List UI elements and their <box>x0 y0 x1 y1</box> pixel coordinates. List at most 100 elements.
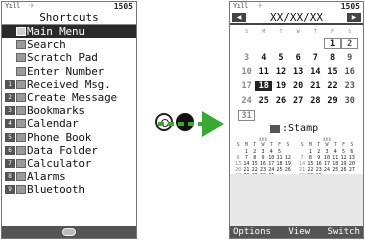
softkey-bar: Options View Switch <box>230 226 363 238</box>
phonebook-icon <box>16 132 26 142</box>
menu-item-icons: 1 <box>4 79 27 89</box>
weekday-label: S <box>245 28 249 35</box>
menu-item[interactable]: 8 Alarms <box>2 170 136 183</box>
softkey-switch[interactable]: Switch <box>327 226 360 238</box>
softkey-options[interactable]: Options <box>233 226 271 238</box>
number-key-icon: 8 <box>5 172 15 182</box>
calendar-week: 31 <box>238 108 363 122</box>
menu-item-label: Data Folder <box>27 143 98 157</box>
calendar-day[interactable]: 26 <box>272 96 289 106</box>
calendar-day[interactable]: 20 <box>290 81 307 91</box>
menu-item-icons: 5 <box>4 132 27 142</box>
menu-item[interactable]: Enter Number <box>2 65 136 78</box>
calendar-day[interactable]: 7 <box>307 53 324 63</box>
folder-icon <box>16 145 26 155</box>
weekday-label: W <box>296 28 300 35</box>
arrow-icon <box>158 111 224 137</box>
center-key-icon[interactable] <box>62 228 76 236</box>
calendar-day[interactable]: 4 <box>255 53 272 63</box>
menu-item-label: Create Message <box>27 91 117 105</box>
calendar-day[interactable]: 15 <box>324 67 341 77</box>
weekday-label: S <box>348 28 352 35</box>
bottom-bar <box>2 226 136 238</box>
menu-item[interactable]: Main Menu <box>2 25 136 39</box>
number-key-icon: 9 <box>5 185 15 195</box>
menu-icon <box>16 27 26 37</box>
weekday-label: T <box>279 28 283 35</box>
calendar-day[interactable]: 2 <box>341 37 359 49</box>
month-calendar: S M T W T F S 1 2 3 4 5 6 7 8 9 10 11 12 13 14 15 16 17 18 19 20 21… <box>230 25 363 122</box>
calendar-day[interactable]: 5 <box>272 53 289 63</box>
calendar-week: 12 <box>238 36 363 50</box>
prev-month-icon[interactable]: ◀ <box>232 13 246 22</box>
calendar-day[interactable]: 19 <box>272 81 289 91</box>
menu-item-icons: 6 <box>4 145 27 155</box>
shortcut-menu: Main Menu Search Scratch Pad Enter Number 1 R… <box>2 25 136 196</box>
menu-item-icons <box>4 66 27 76</box>
clock: 1505 <box>113 2 133 11</box>
calendar-date: XX/XX/XX <box>270 11 323 24</box>
calendar-screen: Yıll ✈ 1505 ◀ XX/XX/XX ▶ SMTWTFS12345678… <box>229 1 364 239</box>
calendar-day[interactable]: 10 <box>238 67 255 77</box>
calendar-day[interactable]: 28 <box>307 96 324 106</box>
menu-item-icons: 4 <box>4 119 27 129</box>
airplane-icon: ✈ <box>257 2 263 10</box>
calendar-day[interactable]: 31 <box>238 109 256 121</box>
menu-item[interactable]: 5 Phone Book <box>2 131 136 144</box>
menu-item-label: Search <box>27 38 66 52</box>
number-key-icon: 5 <box>5 132 15 142</box>
number-key-icon: 7 <box>5 158 15 168</box>
calendar-day[interactable]: 24 <box>238 96 255 106</box>
calendar-day[interactable]: 16 <box>341 67 358 77</box>
menu-item-label: Bookmarks <box>27 104 85 118</box>
menu-item[interactable]: 3 Bookmarks <box>2 104 136 117</box>
menu-item-icons: 3 <box>4 106 27 116</box>
stamp-label: :Stamp <box>282 123 319 135</box>
menu-item[interactable]: Scratch Pad <box>2 51 136 64</box>
calendar-day[interactable]: 22 <box>324 81 341 91</box>
calendar-day[interactable]: 14 <box>307 67 324 77</box>
shortcuts-screen: Yıll ✈ 1505 Shortcuts Main Menu Search Scr… <box>1 1 137 239</box>
signal-icon: Yıll <box>233 2 248 10</box>
menu-item[interactable]: 4 Calendar <box>2 117 136 130</box>
calendar-icon <box>16 119 26 129</box>
menu-item[interactable]: 9 Bluetooth <box>2 183 136 196</box>
menu-item[interactable]: 6 Data Folder <box>2 144 136 157</box>
calendar-day[interactable]: 29 <box>324 96 341 106</box>
calendar-day[interactable]: 9 <box>341 53 358 63</box>
menu-item-label: Phone Book <box>27 130 92 144</box>
calendar-day[interactable]: 25 <box>255 96 272 106</box>
menu-item[interactable]: 1 Received Msg. <box>2 78 136 91</box>
calendar-day[interactable]: 12 <box>272 67 289 77</box>
calendar-day[interactable]: 8 <box>324 53 341 63</box>
calendar-day[interactable]: 11 <box>255 67 272 77</box>
status-bar: Yıll ✈ 1505 <box>230 2 363 11</box>
calendar-day[interactable]: 27 <box>290 96 307 106</box>
calendar-day[interactable]: 1 <box>323 37 342 49</box>
number-key-icon: 6 <box>5 145 15 155</box>
calculator-icon <box>16 158 26 168</box>
calendar-day[interactable]: 17 <box>238 81 255 91</box>
alarm-icon <box>16 172 26 182</box>
menu-item[interactable]: 7 Calculator <box>2 157 136 170</box>
calendar-week: 24 25 26 27 28 29 30 <box>238 94 363 108</box>
menu-item-label: Enter Number <box>27 64 105 78</box>
weekday-label: F <box>331 28 335 35</box>
calendar-day[interactable]: 30 <box>341 96 358 106</box>
menu-item[interactable]: Search <box>2 38 136 51</box>
menu-item[interactable]: 2 Create Message <box>2 91 136 104</box>
softkey-view[interactable]: View <box>288 226 310 238</box>
calendar-day[interactable]: 6 <box>290 53 307 63</box>
weekday-header: SMTWTFS <box>238 27 363 36</box>
calendar-day[interactable]: 21 <box>307 81 324 91</box>
stamp-legend: :Stamp <box>230 122 363 135</box>
calendar-day[interactable]: 18 <box>255 81 273 92</box>
menu-item-icons: 9 <box>4 185 27 195</box>
calendar-day[interactable]: 3 <box>238 53 255 63</box>
menu-item-icons: 8 <box>4 172 27 182</box>
calendar-day[interactable]: 23 <box>341 81 358 91</box>
next-month-icon[interactable]: ▶ <box>347 13 361 22</box>
calendar-day[interactable]: 13 <box>290 67 307 77</box>
menu-item-icons <box>4 53 27 63</box>
search-icon <box>16 40 26 50</box>
